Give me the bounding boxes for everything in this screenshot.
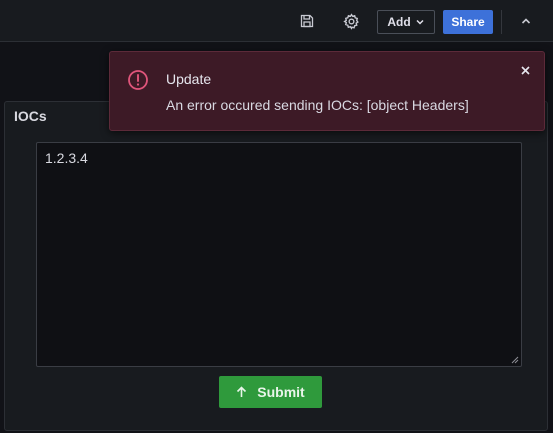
dashboard-settings-button[interactable] xyxy=(339,9,363,33)
panel-title: IOCs xyxy=(14,108,47,124)
submit-button-label: Submit xyxy=(257,384,305,400)
submit-button[interactable]: Submit xyxy=(219,376,322,408)
exclamation-circle-icon xyxy=(128,70,148,90)
toast-title: Update xyxy=(166,71,212,87)
chevron-down-icon xyxy=(416,19,424,25)
arrow-up-icon xyxy=(237,386,247,397)
toast-close-button[interactable] xyxy=(518,63,532,77)
add-button[interactable]: Add xyxy=(377,10,435,34)
share-button-label: Share xyxy=(451,15,485,29)
iocs-panel: IOCs 1.2.3.4 Submit xyxy=(4,101,548,431)
iocs-textarea[interactable]: 1.2.3.4 xyxy=(36,142,522,367)
textarea-value: 1.2.3.4 xyxy=(45,150,88,166)
save-dashboard-button[interactable] xyxy=(295,9,319,33)
toast-message: An error occured sending IOCs: [object H… xyxy=(166,97,469,113)
share-button[interactable]: Share xyxy=(443,10,493,34)
close-icon xyxy=(520,65,530,75)
toolbar-divider xyxy=(501,10,502,34)
top-toolbar: Add Share xyxy=(0,0,553,42)
save-icon xyxy=(300,14,314,28)
error-toast: Update An error occured sending IOCs: [o… xyxy=(109,51,545,131)
add-button-label: Add xyxy=(387,15,411,29)
resize-handle-icon[interactable] xyxy=(511,356,519,364)
chevron-up-icon xyxy=(521,18,531,24)
collapse-button[interactable] xyxy=(514,9,538,33)
gear-icon xyxy=(342,12,359,30)
